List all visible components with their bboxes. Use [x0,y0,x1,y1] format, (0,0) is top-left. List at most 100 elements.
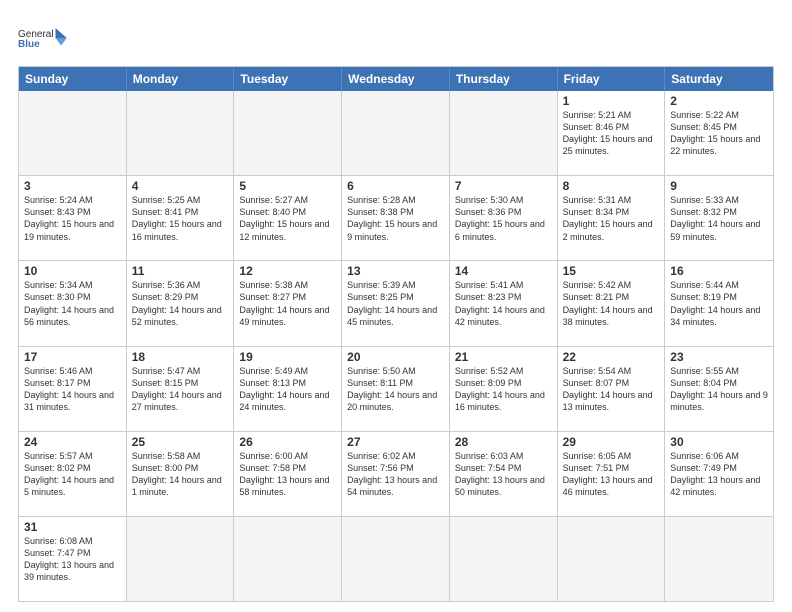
calendar-cell: 4Sunrise: 5:25 AM Sunset: 8:41 PM Daylig… [127,176,235,260]
calendar-cell [558,517,666,601]
calendar-cell [127,91,235,175]
day-info: Sunrise: 6:08 AM Sunset: 7:47 PM Dayligh… [24,535,121,584]
day-number: 31 [24,520,121,534]
day-number: 3 [24,179,121,193]
svg-text:Blue: Blue [18,39,40,50]
day-header-sunday: Sunday [19,67,127,91]
calendar-cell: 17Sunrise: 5:46 AM Sunset: 8:17 PM Dayli… [19,347,127,431]
day-info: Sunrise: 5:55 AM Sunset: 8:04 PM Dayligh… [670,365,768,414]
calendar-cell: 7Sunrise: 5:30 AM Sunset: 8:36 PM Daylig… [450,176,558,260]
calendar-cell: 13Sunrise: 5:39 AM Sunset: 8:25 PM Dayli… [342,261,450,345]
day-info: Sunrise: 5:39 AM Sunset: 8:25 PM Dayligh… [347,279,444,328]
calendar-cell: 6Sunrise: 5:28 AM Sunset: 8:38 PM Daylig… [342,176,450,260]
day-headers: SundayMondayTuesdayWednesdayThursdayFrid… [19,67,773,91]
calendar-cell: 18Sunrise: 5:47 AM Sunset: 8:15 PM Dayli… [127,347,235,431]
day-info: Sunrise: 5:42 AM Sunset: 8:21 PM Dayligh… [563,279,660,328]
day-number: 4 [132,179,229,193]
day-number: 13 [347,264,444,278]
calendar-cell [234,517,342,601]
day-number: 1 [563,94,660,108]
day-number: 28 [455,435,552,449]
calendar-cell [234,91,342,175]
day-header-thursday: Thursday [450,67,558,91]
calendar-cell: 3Sunrise: 5:24 AM Sunset: 8:43 PM Daylig… [19,176,127,260]
calendar-cell: 14Sunrise: 5:41 AM Sunset: 8:23 PM Dayli… [450,261,558,345]
day-info: Sunrise: 5:46 AM Sunset: 8:17 PM Dayligh… [24,365,121,414]
calendar-week-6: 31Sunrise: 6:08 AM Sunset: 7:47 PM Dayli… [19,517,773,601]
day-number: 5 [239,179,336,193]
day-number: 18 [132,350,229,364]
day-number: 16 [670,264,768,278]
calendar-cell [665,517,773,601]
day-info: Sunrise: 5:57 AM Sunset: 8:02 PM Dayligh… [24,450,121,499]
calendar-cell: 24Sunrise: 5:57 AM Sunset: 8:02 PM Dayli… [19,432,127,516]
day-number: 21 [455,350,552,364]
day-number: 15 [563,264,660,278]
calendar-cell [127,517,235,601]
day-header-saturday: Saturday [665,67,773,91]
calendar-cell: 28Sunrise: 6:03 AM Sunset: 7:54 PM Dayli… [450,432,558,516]
day-info: Sunrise: 5:25 AM Sunset: 8:41 PM Dayligh… [132,194,229,243]
calendar-cell: 19Sunrise: 5:49 AM Sunset: 8:13 PM Dayli… [234,347,342,431]
day-info: Sunrise: 6:06 AM Sunset: 7:49 PM Dayligh… [670,450,768,499]
day-header-monday: Monday [127,67,235,91]
day-info: Sunrise: 5:44 AM Sunset: 8:19 PM Dayligh… [670,279,768,328]
calendar-body: 1Sunrise: 5:21 AM Sunset: 8:46 PM Daylig… [19,91,773,601]
day-number: 7 [455,179,552,193]
calendar-cell: 2Sunrise: 5:22 AM Sunset: 8:45 PM Daylig… [665,91,773,175]
calendar-week-4: 17Sunrise: 5:46 AM Sunset: 8:17 PM Dayli… [19,347,773,432]
day-info: Sunrise: 5:22 AM Sunset: 8:45 PM Dayligh… [670,109,768,158]
calendar-cell: 8Sunrise: 5:31 AM Sunset: 8:34 PM Daylig… [558,176,666,260]
page: General Blue SundayMondayTuesdayWednesda… [0,0,792,612]
day-number: 24 [24,435,121,449]
day-number: 23 [670,350,768,364]
day-info: Sunrise: 5:52 AM Sunset: 8:09 PM Dayligh… [455,365,552,414]
day-number: 12 [239,264,336,278]
calendar-cell: 20Sunrise: 5:50 AM Sunset: 8:11 PM Dayli… [342,347,450,431]
calendar-week-3: 10Sunrise: 5:34 AM Sunset: 8:30 PM Dayli… [19,261,773,346]
svg-text:General: General [18,29,54,40]
day-number: 25 [132,435,229,449]
calendar-cell: 29Sunrise: 6:05 AM Sunset: 7:51 PM Dayli… [558,432,666,516]
day-info: Sunrise: 5:27 AM Sunset: 8:40 PM Dayligh… [239,194,336,243]
calendar-cell: 9Sunrise: 5:33 AM Sunset: 8:32 PM Daylig… [665,176,773,260]
day-number: 17 [24,350,121,364]
day-number: 30 [670,435,768,449]
calendar-cell: 10Sunrise: 5:34 AM Sunset: 8:30 PM Dayli… [19,261,127,345]
day-header-wednesday: Wednesday [342,67,450,91]
day-number: 20 [347,350,444,364]
day-info: Sunrise: 5:33 AM Sunset: 8:32 PM Dayligh… [670,194,768,243]
calendar-cell: 16Sunrise: 5:44 AM Sunset: 8:19 PM Dayli… [665,261,773,345]
day-number: 9 [670,179,768,193]
day-number: 11 [132,264,229,278]
day-info: Sunrise: 5:54 AM Sunset: 8:07 PM Dayligh… [563,365,660,414]
day-info: Sunrise: 6:02 AM Sunset: 7:56 PM Dayligh… [347,450,444,499]
calendar-cell [450,91,558,175]
day-header-friday: Friday [558,67,666,91]
day-info: Sunrise: 5:38 AM Sunset: 8:27 PM Dayligh… [239,279,336,328]
calendar-cell: 27Sunrise: 6:02 AM Sunset: 7:56 PM Dayli… [342,432,450,516]
day-info: Sunrise: 6:03 AM Sunset: 7:54 PM Dayligh… [455,450,552,499]
day-info: Sunrise: 5:50 AM Sunset: 8:11 PM Dayligh… [347,365,444,414]
calendar-cell: 15Sunrise: 5:42 AM Sunset: 8:21 PM Dayli… [558,261,666,345]
day-number: 29 [563,435,660,449]
calendar-cell [342,517,450,601]
calendar-cell: 30Sunrise: 6:06 AM Sunset: 7:49 PM Dayli… [665,432,773,516]
calendar-cell: 25Sunrise: 5:58 AM Sunset: 8:00 PM Dayli… [127,432,235,516]
day-info: Sunrise: 5:24 AM Sunset: 8:43 PM Dayligh… [24,194,121,243]
calendar-cell: 21Sunrise: 5:52 AM Sunset: 8:09 PM Dayli… [450,347,558,431]
calendar-week-2: 3Sunrise: 5:24 AM Sunset: 8:43 PM Daylig… [19,176,773,261]
calendar-cell: 23Sunrise: 5:55 AM Sunset: 8:04 PM Dayli… [665,347,773,431]
day-info: Sunrise: 5:28 AM Sunset: 8:38 PM Dayligh… [347,194,444,243]
day-info: Sunrise: 5:36 AM Sunset: 8:29 PM Dayligh… [132,279,229,328]
calendar-cell: 11Sunrise: 5:36 AM Sunset: 8:29 PM Dayli… [127,261,235,345]
day-info: Sunrise: 6:00 AM Sunset: 7:58 PM Dayligh… [239,450,336,499]
day-info: Sunrise: 5:47 AM Sunset: 8:15 PM Dayligh… [132,365,229,414]
calendar: SundayMondayTuesdayWednesdayThursdayFrid… [18,66,774,602]
day-info: Sunrise: 5:31 AM Sunset: 8:34 PM Dayligh… [563,194,660,243]
day-number: 22 [563,350,660,364]
day-number: 8 [563,179,660,193]
calendar-cell: 12Sunrise: 5:38 AM Sunset: 8:27 PM Dayli… [234,261,342,345]
calendar-week-5: 24Sunrise: 5:57 AM Sunset: 8:02 PM Dayli… [19,432,773,517]
day-info: Sunrise: 5:49 AM Sunset: 8:13 PM Dayligh… [239,365,336,414]
